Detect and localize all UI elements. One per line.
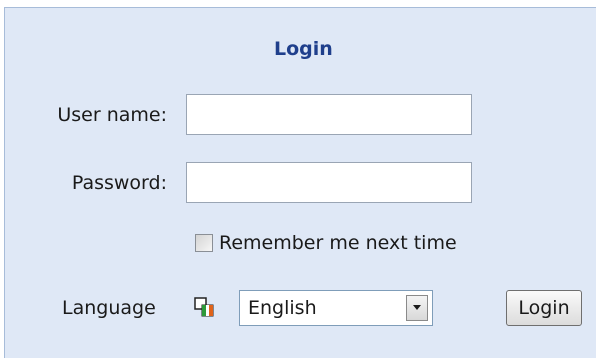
password-label: Password:: [71, 172, 167, 194]
language-label: Language: [62, 297, 156, 319]
remember-me-row[interactable]: Remember me next time: [195, 232, 457, 254]
language-select[interactable]: English: [239, 290, 433, 326]
username-label: User name:: [57, 104, 167, 126]
remember-me-label: Remember me next time: [219, 232, 457, 254]
username-input[interactable]: [186, 94, 472, 135]
language-flag-icon: [194, 297, 214, 317]
language-select-value: English: [248, 297, 317, 319]
remember-me-checkbox[interactable]: [195, 234, 213, 252]
login-title: Login: [274, 38, 333, 60]
chevron-down-icon[interactable]: [406, 295, 428, 321]
login-button[interactable]: Login: [506, 290, 582, 326]
password-input[interactable]: [186, 162, 472, 203]
